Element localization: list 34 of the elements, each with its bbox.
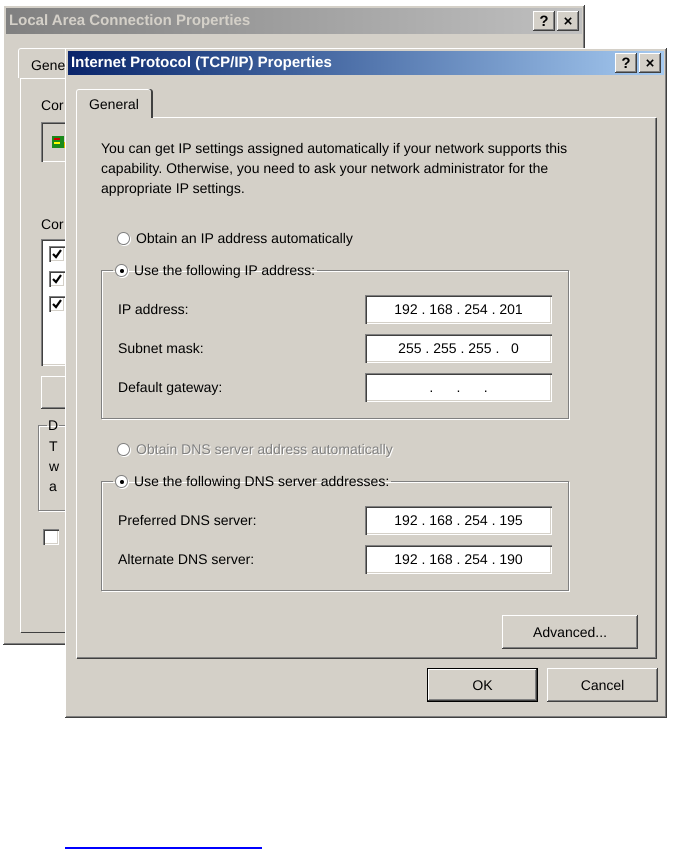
field-label: Default gateway: [118,378,222,397]
label: Cor [41,215,64,234]
description-text: T [49,437,58,456]
ip-address-field[interactable]: 192 . 168 . 254 . 201 [365,295,552,324]
advanced-button[interactable]: Advanced... [502,615,638,649]
checkbox[interactable] [49,296,65,312]
radio-button[interactable]: Obtain an IP address automatically [115,228,656,249]
ip-address-field[interactable]: 192 . 168 . 254 . 195 [365,506,552,535]
radio-button[interactable]: Use the following DNS server addresses: [113,471,392,492]
checkbox[interactable] [43,529,59,545]
label: Cor [41,96,64,115]
field-label: Preferred DNS server: [118,511,256,530]
group-label: D [47,416,60,435]
cancel-button[interactable]: Cancel [547,668,658,702]
close-button[interactable]: × [557,11,579,31]
radio-button[interactable]: Use the following IP address: [113,260,318,281]
ip-address-field[interactable]: . . . [365,373,552,402]
ok-button[interactable]: OK [427,668,538,702]
ip-address-field[interactable]: 255 . 255 . 255 . 0 [365,334,552,363]
window-title: Local Area Connection Properties [9,10,250,31]
checkbox[interactable] [49,271,65,287]
description-text: a [49,477,57,496]
help-button[interactable]: ? [533,11,555,31]
intro-text: You can get IP settings assigned automatically if your network supports this capability. Otherwise, you need to ask your network administrator for the appropriate IP settings. [101,139,568,198]
close-button[interactable]: × [639,53,661,73]
help-button[interactable]: ? [615,53,637,73]
checkbox[interactable] [49,246,65,262]
field-label: Alternate DNS server: [118,550,254,569]
ip-address-field[interactable]: 192 . 168 . 254 . 190 [365,545,552,574]
description-text: w [49,457,60,476]
network-card-icon [51,134,67,150]
tab[interactable]: General [76,89,151,118]
field-label: Subnet mask: [118,339,204,358]
field-label: IP address: [118,300,189,319]
